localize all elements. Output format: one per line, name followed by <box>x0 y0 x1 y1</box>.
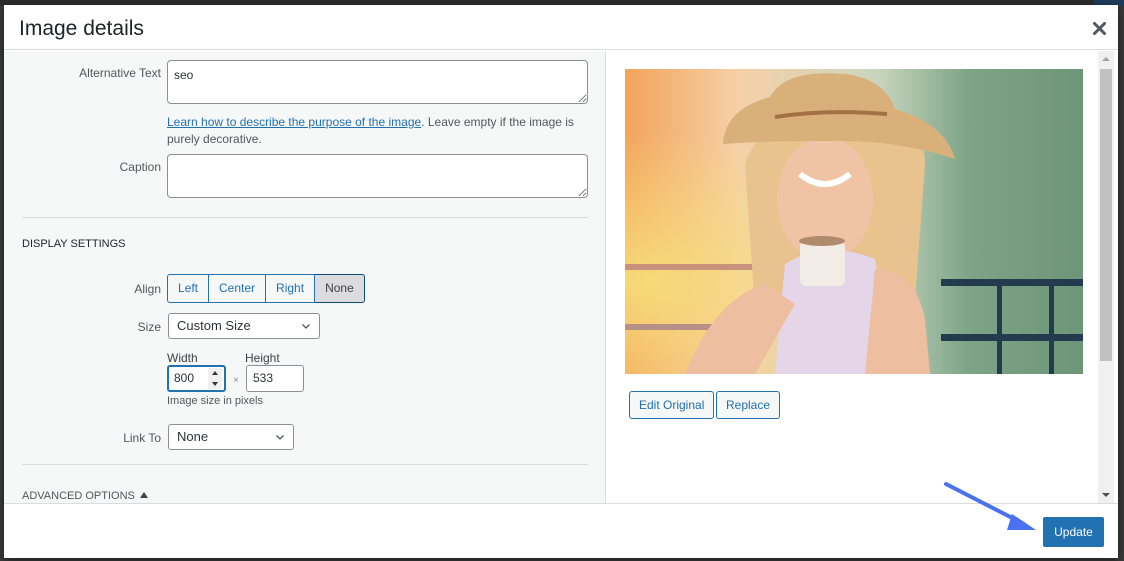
settings-pane: Alternative Text Learn how to describe t… <box>4 51 606 503</box>
size-label: Size <box>137 320 161 334</box>
alt-text-help: Learn how to describe the purpose of the… <box>167 114 587 148</box>
caret-up-icon <box>139 492 148 498</box>
align-right-button[interactable]: Right <box>266 274 316 303</box>
times-symbol: × <box>233 375 239 386</box>
modal-header: Image details <box>4 5 1118 50</box>
width-input[interactable]: 800 <box>167 365 226 392</box>
height-label: Height <box>245 351 280 365</box>
scroll-thumb[interactable] <box>1100 69 1112 361</box>
image-details-modal: Image details Alternative Text Learn how… <box>4 5 1118 558</box>
section-divider <box>22 464 588 465</box>
align-label: Align <box>134 282 161 296</box>
alt-text-label: Alternative Text <box>79 66 161 80</box>
height-value: 533 <box>253 371 274 385</box>
size-select-value: Custom Size <box>177 318 251 333</box>
alt-text-input[interactable] <box>167 60 588 104</box>
align-button-group: Left Center Right None <box>167 274 365 304</box>
modal-footer: Update <box>4 503 1118 558</box>
align-left-button[interactable]: Left <box>167 274 210 303</box>
link-to-label: Link To <box>123 431 161 445</box>
width-label: Width <box>167 351 198 365</box>
width-spinner[interactable] <box>208 368 222 389</box>
advanced-options-toggle[interactable]: ADVANCED OPTIONS <box>22 490 148 502</box>
size-select[interactable]: Custom Size <box>168 313 320 339</box>
preview-pane: Edit Original Replace <box>607 51 1102 503</box>
chevron-down-icon <box>302 324 310 329</box>
replace-button[interactable]: Replace <box>716 391 781 419</box>
display-settings-title: DISPLAY SETTINGS <box>22 238 126 250</box>
section-divider <box>22 217 588 218</box>
caption-label: Caption <box>119 160 161 174</box>
close-button[interactable] <box>1088 17 1110 39</box>
height-input[interactable]: 533 <box>246 365 304 392</box>
scroll-down-icon[interactable] <box>1102 493 1110 497</box>
caption-input[interactable] <box>167 154 588 198</box>
link-to-select[interactable]: None <box>168 424 294 450</box>
preview-scrollbar[interactable] <box>1098 51 1114 503</box>
update-button[interactable]: Update <box>1043 517 1104 547</box>
edit-original-button[interactable]: Edit Original <box>629 391 715 419</box>
size-help-text: Image size in pixels <box>167 395 263 407</box>
width-value: 800 <box>174 371 195 385</box>
align-none-button[interactable]: None <box>315 274 365 303</box>
link-to-select-value: None <box>177 429 209 444</box>
close-x-icon <box>1092 21 1106 35</box>
spinner-down-icon[interactable] <box>212 381 218 386</box>
photo-woman-with-coffee <box>625 69 1083 374</box>
modal-title: Image details <box>19 17 144 40</box>
spinner-up-icon[interactable] <box>212 371 218 376</box>
scroll-up-icon[interactable] <box>1102 57 1110 61</box>
image-preview <box>625 69 1083 374</box>
align-center-button[interactable]: Center <box>209 274 267 303</box>
advanced-options-title: ADVANCED OPTIONS <box>22 490 135 502</box>
alt-text-help-link[interactable]: Learn how to describe the purpose of the… <box>167 115 421 129</box>
chevron-down-icon <box>276 435 284 440</box>
